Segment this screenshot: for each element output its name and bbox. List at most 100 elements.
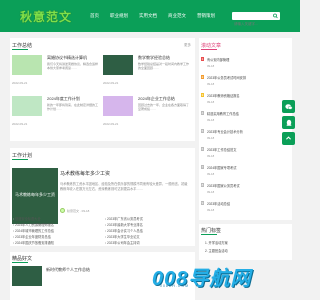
list-item[interactable]: 2023年会计实习个人总结	[105, 228, 143, 233]
back-to-top-button[interactable]	[282, 132, 295, 145]
rank-title[interactable]: 2024年国家专项考试	[207, 165, 236, 170]
wechat-float-button[interactable]	[282, 100, 295, 113]
qq-float-button[interactable]	[282, 116, 295, 129]
rank-item[interactable]: 5 2023年专业会计技术分析 09-18	[201, 127, 290, 145]
nav-item-docs[interactable]: 实用文档	[139, 13, 157, 19]
hot-tags-panel: 热门标签 1. 开学活动方案 2. 主题班会活动	[199, 224, 292, 260]
big-article-desc: 马术教练的工资水平因地区、经验及所在俱乐部的规模不同而有较大差异，一般而言，初级…	[60, 182, 188, 191]
featured-card[interactable]: 离婚协议书精选计算机 我们今天将讲述离婚协议，精选合适样本供大家参考阅读…… 2…	[12, 55, 99, 86]
nav-item-marketing[interactable]: 营销策划	[197, 13, 215, 19]
rank-time: 09-18	[207, 82, 215, 86]
card-thumbnail	[103, 96, 133, 116]
rank-time: 09-18	[207, 118, 215, 122]
qq-icon	[286, 119, 291, 126]
rank-item[interactable]: 3 2023年教师资格证报名 09-18	[201, 91, 290, 109]
card-desc: 我们今天将讲述离婚协议，精选合适样本供大家参考阅读……	[47, 62, 99, 71]
card-time: 2022-09-21	[12, 81, 28, 85]
card-desc: 数学经验总结是对一段时间内教学工作的全面回顾……	[138, 62, 190, 71]
card-desc: 回顾过去的一年，企业在各方面取得了显著成绩……	[138, 103, 190, 112]
main-nav: 首页 职业规划 实用文档 商业范文 营销策划	[90, 0, 226, 32]
watermark: 008导航网 008DH.COM	[152, 262, 288, 290]
rank-number: 6	[201, 147, 204, 151]
title-underline	[12, 159, 28, 160]
rank-time: 09-18	[207, 64, 215, 68]
card-title[interactable]: 2024年度工作计划	[47, 96, 80, 102]
featured-panel-title: 工作总结	[12, 43, 33, 49]
rank-number: 4	[201, 111, 204, 115]
rank-title[interactable]: 2023年活动总结	[207, 201, 230, 206]
list-item[interactable]: 2024年国庆节放假安排通知	[13, 240, 54, 245]
list-item[interactable]: 2023年大学生毕业论文	[105, 234, 140, 239]
bottom-panel-title: 精品好文	[12, 256, 33, 262]
rank-number: 2	[201, 75, 204, 79]
featured-panel: 工作总结 更多 离婚协议书精选计算机 我们今天将讲述离婚协议，精选合适样本供大家…	[10, 38, 195, 141]
list-item[interactable]: 2024年城市管理的工作总结	[13, 228, 54, 233]
list-item[interactable]: 2023年企业年度财务总结	[13, 234, 51, 239]
rank-item[interactable]: 7 2024年国家专项考试 09-18	[201, 163, 290, 181]
featured-more-link[interactable]: 更多	[184, 43, 191, 48]
rank-number: 1	[201, 57, 204, 61]
site-logo[interactable]: 秋意范文	[20, 7, 72, 25]
search-icon[interactable]	[273, 13, 278, 19]
featured-card[interactable]: 2024年企业工作总结 回顾过去的一年，企业在各方面取得了显著成绩…… 2022…	[103, 96, 190, 127]
card-thumbnail	[12, 55, 42, 75]
card-title[interactable]: 2024年企业工作总结	[138, 96, 175, 102]
big-article-title[interactable]: 马术教练每年多少工资	[60, 170, 110, 177]
rank-item[interactable]: 9 2023年活动总结 09-18	[201, 199, 290, 217]
hot-tag-item[interactable]: 1. 开学活动方案	[205, 240, 228, 245]
bottom-item-title[interactable]: 新时代教师个人工作总结	[46, 267, 90, 273]
card-thumbnail	[12, 96, 42, 116]
sidebar-title: 滚动文章	[201, 43, 222, 49]
card-time: 2022-09-21	[103, 122, 119, 126]
card-title[interactable]: 数学教学经验总结	[138, 55, 170, 61]
bottom-thumbnail[interactable]	[12, 266, 42, 286]
site-header: 秋意范文 首页 职业规划 实用文档 商业范文 营销策划	[0, 0, 300, 32]
nav-item-home[interactable]: 首页	[90, 13, 99, 19]
title-underline	[12, 262, 28, 263]
rank-time: 09-18	[207, 100, 215, 104]
avatar	[60, 208, 65, 213]
rank-title[interactable]: 2023年国家公务员考试	[207, 183, 240, 188]
rank-time: 09-18	[207, 208, 215, 212]
title-underline	[201, 234, 217, 235]
card-thumbnail	[103, 55, 133, 75]
search-input[interactable]	[232, 20, 272, 28]
hot-tag-item[interactable]: 2. 主题班会活动	[205, 248, 228, 253]
rank-title[interactable]: 2023年教师资格证报名	[207, 93, 240, 98]
rank-title[interactable]: 2023年专业会计技术分析	[207, 129, 243, 134]
list-item[interactable]: 2023年最新大学专业排名	[105, 222, 143, 227]
rank-time: 09-18	[207, 190, 215, 194]
rank-title[interactable]: 精选实用教育工作总结	[207, 111, 239, 116]
card-time: 2022-09-21	[12, 122, 28, 126]
rank-item[interactable]: 1 有公安内部管理 09-18	[201, 55, 290, 73]
nav-item-career[interactable]: 职业规划	[110, 13, 128, 19]
rank-number: 7	[201, 165, 204, 169]
rank-item[interactable]: 2 2023年公务员考试时间安排 09-18	[201, 73, 290, 91]
rank-number: 3	[201, 93, 204, 97]
arrow-up-icon	[286, 136, 291, 140]
featured-card[interactable]: 数学教学经验总结 数学经验总结是对一段时间内教学工作的全面回顾…… 2022-0…	[103, 55, 190, 86]
watermark-subtext: 008DH.COM	[160, 284, 190, 288]
big-article-meta: 秋意范文 · 09-18	[60, 208, 89, 213]
featured-card[interactable]: 2024年度工作计划 新的一年即将到来，在此制定详细的工作计划…… 2022-0…	[12, 96, 99, 127]
rank-item[interactable]: 6 2023年工作总结范文 09-18	[201, 145, 290, 163]
card-time: 2022-09-21	[103, 81, 119, 85]
title-underline	[12, 49, 28, 50]
hot-tags-title: 热门标签	[201, 228, 222, 234]
search-box	[232, 12, 280, 28]
rank-title[interactable]: 2023年公务员考试时间安排	[207, 75, 246, 80]
list-item[interactable]: 2023年公司年会主持词	[105, 240, 140, 245]
title-underline	[201, 49, 217, 50]
nav-item-business[interactable]: 商业范文	[168, 13, 186, 19]
rank-item[interactable]: 8 2023年国家公务员考试 09-18	[201, 181, 290, 199]
rank-item[interactable]: 4 精选实用教育工作总结 09-18	[201, 109, 290, 127]
list-item[interactable]: 2024年人力资源管理师报名	[13, 222, 54, 227]
rank-title[interactable]: 2023年工作总结范文	[207, 147, 236, 152]
rank-time: 09-18	[207, 154, 215, 158]
rank-time: 09-18	[207, 172, 215, 176]
card-title[interactable]: 离婚协议书精选计算机	[47, 55, 87, 61]
rank-title[interactable]: 有公安内部管理	[207, 57, 229, 62]
list-item[interactable]: 营造安全标语大全	[13, 216, 41, 221]
plan-panel-title: 工作计划	[12, 153, 33, 159]
list-item[interactable]: 2023年广东省公务员考试	[105, 216, 143, 221]
